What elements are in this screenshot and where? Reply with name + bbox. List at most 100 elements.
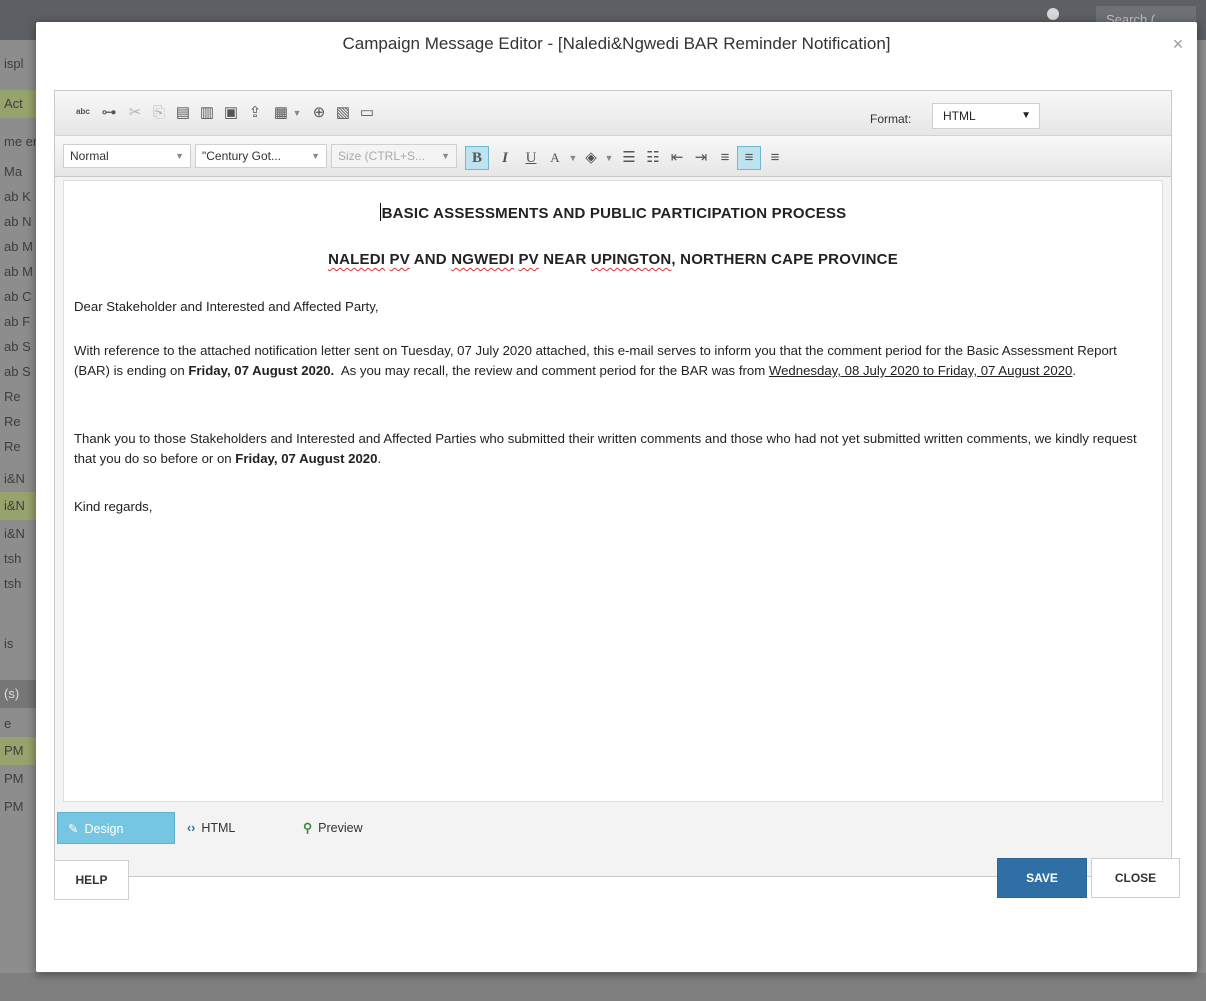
italic-icon[interactable]: I bbox=[495, 148, 515, 168]
save-button[interactable]: SAVE bbox=[997, 858, 1087, 898]
editor-toolbar-primary: ᵃᵇᶜ ⊶ ✂ ⎘ ▤ ▥ ▣ ⇪ ▦ ▼ ⊕ ▧ ▭ Format: HTML… bbox=[55, 91, 1171, 136]
heading-2-text: AND bbox=[409, 251, 452, 268]
background-row: (s) bbox=[0, 680, 36, 708]
cut-icon[interactable]: ✂ bbox=[125, 103, 145, 123]
align-left-icon[interactable]: ≡ bbox=[715, 148, 735, 168]
tab-html[interactable]: ‹› HTML bbox=[187, 812, 267, 844]
background-row: Act bbox=[0, 90, 36, 118]
background-row: ispl bbox=[4, 56, 24, 71]
paragraph-style-dropdown[interactable]: Normal ▼ bbox=[63, 144, 191, 168]
background-row: ab K bbox=[4, 189, 31, 204]
background-row: Ma bbox=[4, 164, 23, 179]
copy-icon[interactable]: ⎘ bbox=[149, 103, 169, 123]
background-row: tsh bbox=[4, 551, 22, 566]
highlight-color-icon[interactable]: ◈ bbox=[581, 148, 601, 168]
dialog-title: Campaign Message Editor - [Naledi&Ngwedi… bbox=[342, 34, 891, 53]
background-row: ab M bbox=[4, 239, 33, 254]
code-brackets-icon: ‹› bbox=[187, 821, 196, 835]
heading-2-text: , NORTHERN CAPE PROVINCE bbox=[671, 251, 898, 268]
insert-link-icon[interactable]: ⊕ bbox=[309, 103, 329, 123]
user-avatar-icon bbox=[1047, 8, 1059, 20]
text-caret bbox=[379, 203, 381, 221]
close-icon[interactable]: × bbox=[1169, 35, 1187, 53]
format-select-value: HTML bbox=[943, 109, 976, 123]
background-row: ab F bbox=[4, 314, 31, 329]
background-row: i&N bbox=[0, 492, 36, 520]
help-button[interactable]: HELP bbox=[54, 860, 129, 900]
paragraph-style-value: Normal bbox=[70, 149, 109, 163]
background-row: ab M bbox=[4, 264, 33, 279]
background-row: me erg bbox=[4, 134, 36, 149]
background-row: e bbox=[4, 716, 12, 731]
campaign-message-editor-dialog: Campaign Message Editor - [Naledi&Ngwedi… bbox=[36, 22, 1197, 972]
misspelled-word[interactable]: UPINGTON bbox=[591, 251, 672, 268]
font-size-dropdown[interactable]: Size (CTRL+S... ▼ bbox=[331, 144, 457, 168]
insert-image-icon[interactable]: ▧ bbox=[333, 103, 353, 123]
format-select[interactable]: HTML ▼ bbox=[932, 103, 1040, 129]
numbered-list-icon[interactable]: ☰ bbox=[619, 148, 639, 168]
bold-icon[interactable]: B bbox=[465, 146, 489, 170]
misspelled-word[interactable]: NGWEDI bbox=[451, 251, 514, 268]
background-row: PM bbox=[0, 737, 36, 765]
font-family-dropdown[interactable]: "Century Got... ▼ bbox=[195, 144, 327, 168]
align-center-icon[interactable]: ≡ bbox=[737, 146, 761, 170]
upload-icon[interactable]: ⇪ bbox=[245, 103, 265, 123]
bulleted-list-icon[interactable]: ☷ bbox=[643, 148, 663, 168]
font-color-icon[interactable]: A bbox=[545, 148, 565, 168]
editor-content-area[interactable]: BASIC ASSESSMENTS AND PUBLIC PARTICIPATI… bbox=[63, 180, 1163, 802]
rich-text-editor: ᵃᵇᶜ ⊶ ✂ ⎘ ▤ ▥ ▣ ⇪ ▦ ▼ ⊕ ▧ ▭ Format: HTML… bbox=[54, 90, 1172, 877]
background-row: ab S bbox=[4, 339, 31, 354]
paste-from-word-icon[interactable]: ▥ bbox=[197, 103, 217, 123]
background-footer bbox=[0, 973, 1206, 1001]
background-row: Re bbox=[4, 414, 21, 429]
indent-icon[interactable]: ⇥ bbox=[691, 148, 711, 168]
document-heading-1: BASIC ASSESSMENTS AND PUBLIC PARTICIPATI… bbox=[64, 203, 1162, 222]
close-button[interactable]: CLOSE bbox=[1091, 858, 1180, 898]
spellcheck-icon[interactable]: ᵃᵇᶜ bbox=[73, 103, 93, 123]
misspelled-word[interactable]: NALEDI bbox=[328, 251, 385, 268]
background-row: PM bbox=[4, 771, 24, 786]
outdent-icon[interactable]: ⇤ bbox=[667, 148, 687, 168]
heading-1-text: BASIC ASSESSMENTS AND PUBLIC PARTICIPATI… bbox=[381, 205, 847, 222]
document-heading-2: NALEDI PV AND NGWEDI PV NEAR UPINGTON, N… bbox=[64, 251, 1162, 268]
insert-form-icon[interactable]: ▣ bbox=[221, 103, 241, 123]
body-paragraph-2: Thank you to those Stakeholders and Inte… bbox=[74, 429, 1154, 469]
background-row: is bbox=[4, 636, 14, 651]
chevron-down-icon: ▼ bbox=[441, 151, 450, 161]
font-size-placeholder: Size (CTRL+S... bbox=[338, 149, 426, 163]
pencil-icon: ✎ bbox=[68, 822, 79, 836]
background-row: ab S bbox=[4, 364, 31, 379]
tab-preview[interactable]: ⚲ Preview bbox=[303, 812, 403, 844]
background-row: Re bbox=[4, 439, 21, 454]
greeting-paragraph: Dear Stakeholder and Interested and Affe… bbox=[74, 299, 379, 314]
format-label: Format: bbox=[870, 112, 912, 126]
table-dropdown-chevron-icon[interactable]: ▼ bbox=[287, 103, 307, 123]
tab-design[interactable]: ✎ Design bbox=[57, 812, 175, 844]
background-row: i&N bbox=[4, 471, 25, 486]
background-row: i&N bbox=[4, 526, 25, 541]
bold-date-text: Friday, 07 August 2020. bbox=[188, 363, 335, 378]
paste-icon[interactable]: ▤ bbox=[173, 103, 193, 123]
paragraph-text: . bbox=[377, 451, 382, 466]
highlight-chevron-icon[interactable]: ▼ bbox=[599, 148, 619, 168]
tab-design-label: Design bbox=[84, 822, 124, 836]
background-row: tsh bbox=[4, 576, 22, 591]
underline-icon[interactable]: U bbox=[521, 148, 541, 168]
heading-2-text: NEAR bbox=[538, 251, 591, 268]
misspelled-word[interactable]: PV bbox=[518, 251, 538, 268]
misspelled-word[interactable]: PV bbox=[390, 251, 410, 268]
chevron-down-icon: ▼ bbox=[1021, 110, 1031, 121]
underlined-date-range: Wednesday, 08 July 2020 to Friday, 07 Au… bbox=[768, 363, 1073, 378]
find-binoculars-icon[interactable]: ⊶ bbox=[99, 103, 119, 123]
background-right-column bbox=[1197, 40, 1206, 1001]
chevron-down-icon: ▼ bbox=[311, 151, 320, 161]
insert-text-box-icon[interactable]: ▭ bbox=[357, 103, 377, 123]
editor-toolbar-formatting: Normal ▼ "Century Got... ▼ Size (CTRL+S.… bbox=[55, 136, 1171, 177]
paragraph-text: . bbox=[1072, 363, 1077, 378]
background-row: ab N bbox=[4, 214, 32, 229]
magnifier-icon: ⚲ bbox=[303, 821, 313, 835]
font-color-chevron-icon[interactable]: ▼ bbox=[563, 148, 583, 168]
chevron-down-icon: ▼ bbox=[175, 151, 184, 161]
body-paragraph-1: With reference to the attached notificat… bbox=[74, 341, 1154, 381]
align-right-icon[interactable]: ≡ bbox=[765, 148, 785, 168]
